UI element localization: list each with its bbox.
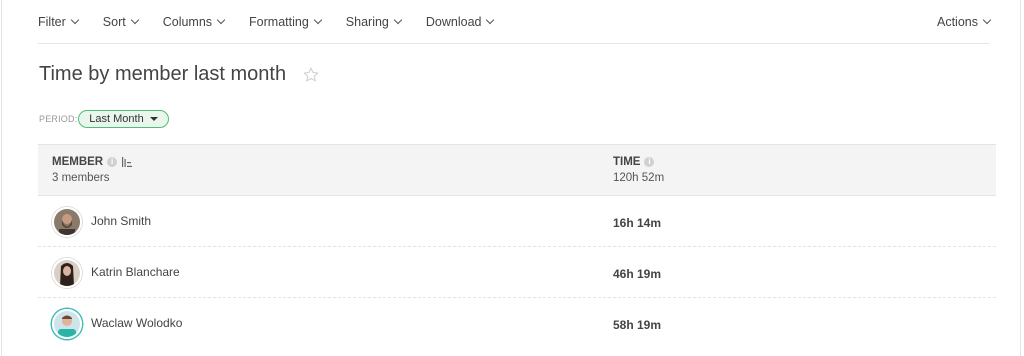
member-name[interactable]: Waclaw Wolodko <box>91 316 182 330</box>
member-header-label: MEMBER <box>52 156 104 168</box>
avatar <box>52 258 82 288</box>
toolbar: Filter Sort Columns Formatting Sharing D… <box>38 0 992 44</box>
download-label: Download <box>425 14 482 29</box>
time-header-label: TIME <box>613 156 641 168</box>
member-name[interactable]: Katrin Blanchare <box>91 265 180 279</box>
period-value: Last Month <box>89 113 144 125</box>
formatting-label: Formatting <box>249 14 309 29</box>
member-count: 3 members <box>52 172 110 184</box>
formatting-menu[interactable]: Formatting <box>249 14 323 29</box>
info-icon[interactable]: i <box>107 157 118 167</box>
chevron-down-icon <box>486 15 495 24</box>
columns-menu[interactable]: Columns <box>162 14 226 29</box>
columns-label: Columns <box>162 14 213 29</box>
table-row[interactable]: Waclaw Wolodko 58h 19m <box>38 298 996 349</box>
download-menu[interactable]: Download <box>425 14 495 29</box>
time-total: 120h 52m <box>613 172 665 184</box>
chevron-down-icon <box>313 15 323 24</box>
member-name[interactable]: John Smith <box>91 214 151 228</box>
actions-menu[interactable]: Actions <box>937 14 992 29</box>
chevron-down-icon <box>393 15 403 24</box>
report-panel: Filter Sort Columns Formatting Sharing D… <box>1 0 1021 356</box>
chevron-down-icon <box>70 15 80 24</box>
time-column-header[interactable]: TIME i 120h 52m <box>613 156 664 184</box>
chevron-down-icon <box>216 15 226 24</box>
sort-menu[interactable]: Sort <box>102 14 139 29</box>
period-dropdown[interactable]: Last Month <box>78 110 169 128</box>
avatar <box>52 309 82 339</box>
sharing-menu[interactable]: Sharing <box>345 14 403 29</box>
avatar <box>52 207 82 237</box>
member-time: 16h 14m <box>613 216 662 230</box>
member-time: 58h 19m <box>613 318 662 332</box>
sharing-label: Sharing <box>345 14 389 29</box>
table-header: MEMBER i 3 members TIME i 120h 52m <box>38 144 996 196</box>
caret-down-icon <box>149 117 158 121</box>
table-row[interactable]: Katrin Blanchare 46h 19m <box>38 247 996 298</box>
star-icon[interactable] <box>302 66 320 84</box>
page-title: Time by member last month <box>39 63 287 85</box>
sort-label: Sort <box>102 14 126 29</box>
info-icon[interactable]: i <box>644 157 655 167</box>
member-time: 46h 19m <box>613 267 662 281</box>
members-table: MEMBER i 3 members TIME i 120h 52m John … <box>38 144 996 349</box>
period-label: PERIOD: <box>39 114 78 124</box>
chevron-down-icon <box>982 15 992 24</box>
member-column-header[interactable]: MEMBER i 3 members <box>52 156 133 184</box>
filter-menu[interactable]: Filter <box>38 14 80 29</box>
chevron-down-icon <box>130 15 139 24</box>
actions-label: Actions <box>937 14 978 29</box>
sort-icon[interactable] <box>122 157 133 167</box>
filter-label: Filter <box>38 14 66 29</box>
table-row[interactable]: John Smith 16h 14m <box>38 196 996 247</box>
